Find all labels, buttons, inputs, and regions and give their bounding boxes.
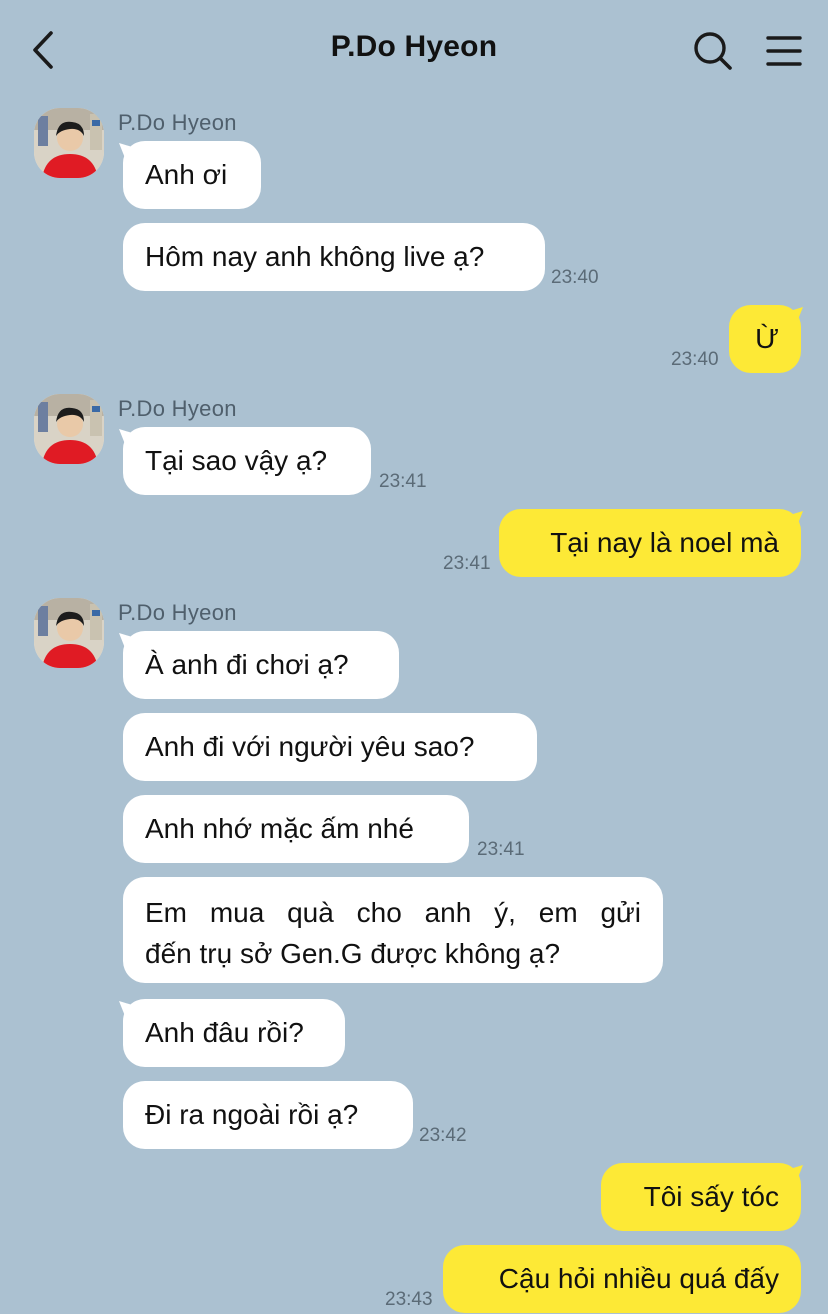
outgoing-message-bubble[interactable]: Tôi sấy tóc [601, 1163, 801, 1231]
message-timestamp: 23:41 [379, 471, 427, 492]
outgoing-message-bubble[interactable]: Tại nay là noel mà [499, 509, 801, 577]
search-icon [694, 32, 732, 70]
sender-avatar[interactable] [34, 598, 104, 668]
message-line: đến trụ sở Gen.G được không ạ? [145, 938, 561, 969]
outgoing-message-bubble[interactable]: Cậu hỏi nhiều quá đấy [443, 1245, 801, 1313]
message-timestamp: 23:40 [671, 349, 719, 370]
message-timestamp: 23:42 [419, 1125, 467, 1146]
avatar-photo [34, 394, 104, 464]
incoming-message-bubble[interactable]: Anh đi với người yêu sao? [123, 713, 537, 781]
avatar-photo [34, 598, 104, 668]
sender-name: P.Do Hyeon [118, 600, 237, 625]
incoming-message-bubble[interactable]: À anh đi chơi ạ? [123, 631, 399, 699]
incoming-message-bubble[interactable]: Tại sao vậy ạ? [123, 427, 371, 495]
message-timestamp: 23:43 [385, 1289, 433, 1310]
incoming-message-bubble[interactable]: Anh ơi [123, 141, 261, 209]
menu-button[interactable] [762, 30, 806, 74]
sender-avatar[interactable] [34, 394, 104, 464]
incoming-message-bubble[interactable]: Anh đâu rồi? [123, 999, 345, 1067]
search-button[interactable] [690, 28, 736, 74]
menu-icon [766, 36, 802, 66]
avatar-photo [34, 108, 104, 178]
incoming-message-bubble[interactable]: Đi ra ngoài rồi ạ? [123, 1081, 413, 1149]
message-timestamp: 23:41 [477, 839, 525, 860]
incoming-message-bubble[interactable]: Em mua quà cho anh ý, em gửi đến trụ sở … [123, 877, 663, 983]
sender-name: P.Do Hyeon [118, 110, 237, 135]
sender-name: P.Do Hyeon [118, 396, 237, 421]
incoming-message-bubble[interactable]: Anh nhớ mặc ấm nhé [123, 795, 469, 863]
message-timestamp: 23:40 [551, 267, 599, 288]
message-line: Em mua quà cho anh ý, em gửi [145, 897, 641, 928]
incoming-message-bubble[interactable]: Hôm nay anh không live ạ? [123, 223, 545, 291]
chat-header: P.Do Hyeon [0, 0, 828, 100]
message-timestamp: 23:41 [443, 553, 491, 574]
sender-avatar[interactable] [34, 108, 104, 178]
